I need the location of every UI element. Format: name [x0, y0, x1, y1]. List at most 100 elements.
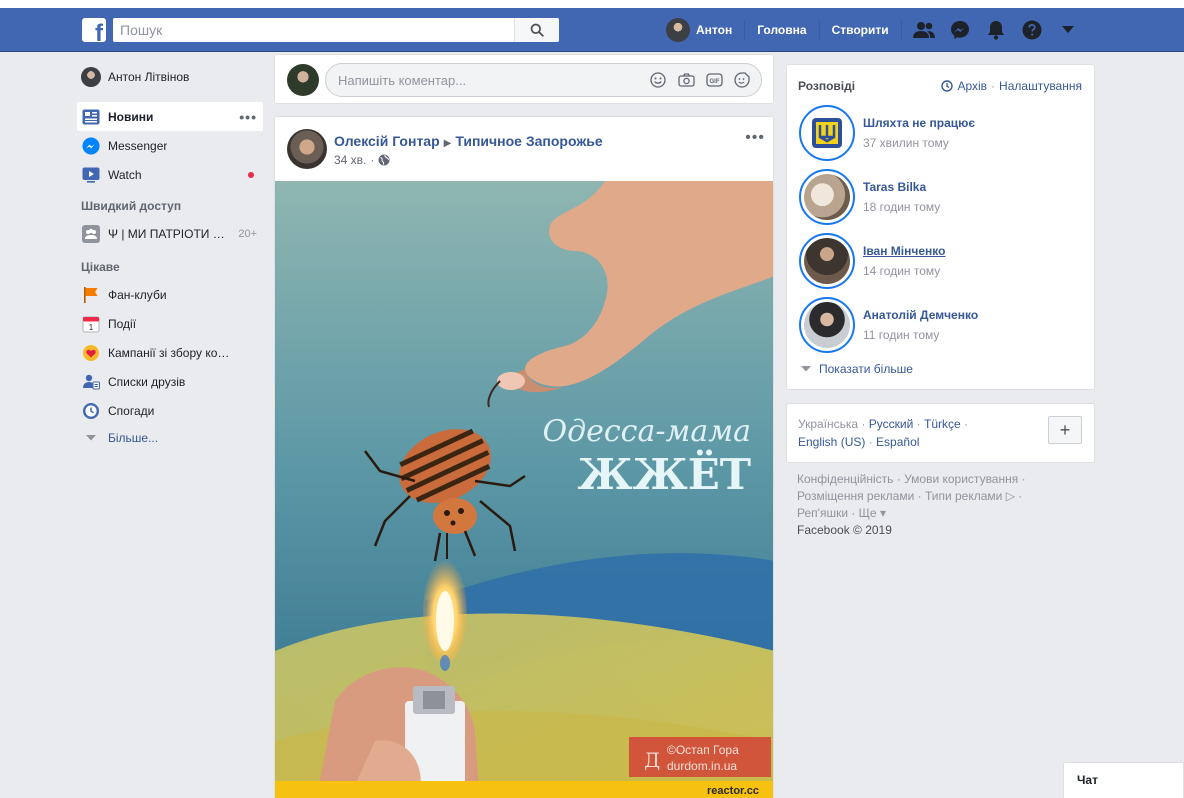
help-icon — [1022, 20, 1042, 40]
sidebar-see-more[interactable]: Більше... — [77, 425, 263, 450]
avatar — [666, 18, 690, 42]
sidebar-item-label: Ψ | МИ ПАТРІОТИ УКРАЇНИ — [108, 226, 232, 241]
settings-link[interactable]: Налаштування — [999, 79, 1082, 93]
account-menu-button[interactable] — [1054, 16, 1082, 44]
language-link[interactable]: English (US) — [798, 435, 865, 449]
camera-icon[interactable] — [677, 71, 695, 89]
post-header: Олексій Гонтар ▶ Типичное Запорожье — [334, 133, 603, 149]
footer-links-line-1[interactable]: Конфіденційність · Умови користування · — [797, 471, 1097, 488]
logo-letter: f — [95, 20, 103, 43]
language-line-1: Українська · Русский · Türkçe · — [798, 417, 968, 431]
sticker-icon[interactable] — [733, 71, 751, 89]
language-link[interactable]: Türkçe — [924, 417, 961, 431]
language-selector: Українська · Русский · Türkçe · English … — [786, 403, 1095, 463]
separator-dot: · — [861, 417, 869, 431]
page-footer: Конфіденційність · Умови користування · … — [797, 471, 1097, 539]
story-item[interactable]: Анатолій Демченко 11 годин тому — [799, 297, 1084, 353]
separator-dot: · — [964, 417, 969, 431]
avatar — [287, 64, 319, 96]
nav-right: Антон Головна Створити — [666, 16, 1082, 44]
sidebar-item-label: Списки друзів — [108, 374, 186, 389]
comment-input[interactable]: Напишіть коментар... GIF — [325, 63, 762, 97]
author-avatar[interactable] — [287, 129, 327, 169]
comment-tools: GIF — [649, 71, 751, 89]
sidebar-item-friend-lists[interactable]: Списки друзів — [77, 367, 263, 396]
sidebar-item-messenger[interactable]: Messenger — [77, 131, 263, 160]
durdom-logo-icon: Д — [644, 748, 660, 772]
post-group-link[interactable]: Типичное Запорожье — [455, 133, 602, 149]
see-more-link[interactable]: Більше... — [108, 431, 158, 445]
sidebar-item-news-feed[interactable]: Новини ••• — [77, 102, 263, 131]
messenger-button[interactable] — [946, 16, 974, 44]
archive-link[interactable]: Архів — [957, 79, 987, 93]
section-title-explore: Цікаве — [81, 260, 120, 274]
post-options-icon[interactable]: ••• — [745, 129, 765, 147]
show-more-label: Показати більше — [819, 362, 913, 376]
sidebar-item-label: Події — [108, 316, 137, 331]
sidebar-item-group[interactable]: Ψ | МИ ПАТРІОТИ УКРАЇНИ 20+ — [77, 219, 263, 248]
sidebar-item-label: Watch — [108, 167, 142, 182]
sidebar-profile-name: Антон Літвінов — [108, 69, 190, 84]
profile-link[interactable]: Антон — [666, 18, 746, 42]
stories-panel: Розповіді Архів · Налаштування Шляхта не… — [786, 64, 1095, 390]
story-item[interactable]: Taras Bilka 18 годин тому — [799, 169, 1084, 225]
post-image[interactable]: Одесса-мама ЖЖЁТ Д ©Остап Гора durdom.in… — [275, 181, 773, 798]
story-name[interactable]: Taras Bilka — [863, 180, 926, 194]
left-sidebar: Антон Літвінов Новини ••• Messenger Watc… — [77, 62, 263, 450]
separator-dot: · — [370, 153, 375, 167]
help-button[interactable] — [1018, 16, 1046, 44]
watch-icon — [81, 165, 101, 185]
sidebar-item-watch[interactable]: Watch — [77, 160, 263, 189]
gif-icon[interactable]: GIF — [705, 71, 723, 89]
footer-links-line-3[interactable]: Реп'яшки · Ще ▾ — [797, 505, 1097, 522]
separator-dot: · — [991, 79, 996, 93]
notification-dot — [248, 171, 254, 178]
sidebar-item-pages[interactable]: Фан-клуби — [77, 280, 263, 309]
copyright-text: Facebook © 2019 — [797, 523, 892, 537]
story-name[interactable]: Анатолій Демченко — [863, 308, 978, 322]
nav-icon-group — [910, 16, 1082, 44]
separator-dot: · — [916, 417, 924, 431]
story-avatar — [804, 110, 850, 156]
story-avatar — [804, 174, 850, 220]
story-item[interactable]: Іван Мінченко 14 годин тому — [799, 233, 1084, 289]
post-author-link[interactable]: Олексій Гонтар — [334, 133, 440, 149]
image-credit-line-1: ©Остап Гора — [667, 743, 739, 757]
watermark-text: reactor.cc — [707, 785, 759, 797]
language-link[interactable]: Русский — [869, 417, 914, 431]
story-item[interactable]: Шляхта не працює 37 хвилин тому — [799, 105, 1084, 161]
unread-count: 20+ — [238, 227, 257, 240]
stories-title: Розповіді — [798, 79, 856, 93]
chat-tab[interactable]: Чат — [1063, 762, 1184, 798]
create-link[interactable]: Створити — [820, 20, 902, 40]
section-title-quick-access: Швидкий доступ — [81, 199, 182, 213]
facebook-logo-icon[interactable]: f — [82, 18, 106, 42]
shield-icon — [812, 118, 842, 148]
search-input[interactable] — [113, 18, 514, 42]
footer-links-line-2[interactable]: Розміщення реклами · Типи реклами ▷ · — [797, 488, 1097, 505]
sidebar-item-memories[interactable]: Спогади — [77, 396, 263, 425]
sidebar-profile-link[interactable]: Антон Літвінов — [77, 62, 263, 91]
story-time: 14 годин тому — [863, 264, 941, 278]
notifications-button[interactable] — [982, 16, 1010, 44]
add-language-button[interactable]: + — [1048, 416, 1082, 444]
emoji-icon[interactable] — [649, 71, 667, 89]
show-more-stories-button[interactable]: Показати більше — [801, 362, 913, 376]
sidebar-item-label: Кампанії зі збору коштів — [108, 345, 233, 360]
post-time[interactable]: 34 хв. — [334, 153, 366, 167]
story-time: 37 хвилин тому — [863, 136, 949, 150]
feed-post: Олексій Гонтар ▶ Типичное Запорожье 34 хв.… — [274, 116, 774, 798]
story-name[interactable]: Іван Мінченко — [863, 244, 945, 258]
sidebar-item-fundraisers[interactable]: Кампанії зі збору коштів — [77, 338, 263, 367]
svg-text:1: 1 — [89, 323, 94, 332]
more-options-icon[interactable]: ••• — [239, 109, 257, 125]
friend-requests-button[interactable] — [910, 16, 938, 44]
language-link[interactable]: Español — [876, 435, 919, 449]
search-bar — [113, 18, 559, 42]
search-button[interactable] — [514, 18, 559, 42]
story-name[interactable]: Шляхта не працює — [863, 116, 975, 130]
sidebar-item-events[interactable]: 1 Події — [77, 309, 263, 338]
home-link[interactable]: Головна — [745, 20, 820, 40]
current-language: Українська — [798, 417, 859, 431]
group-icon — [81, 224, 101, 244]
